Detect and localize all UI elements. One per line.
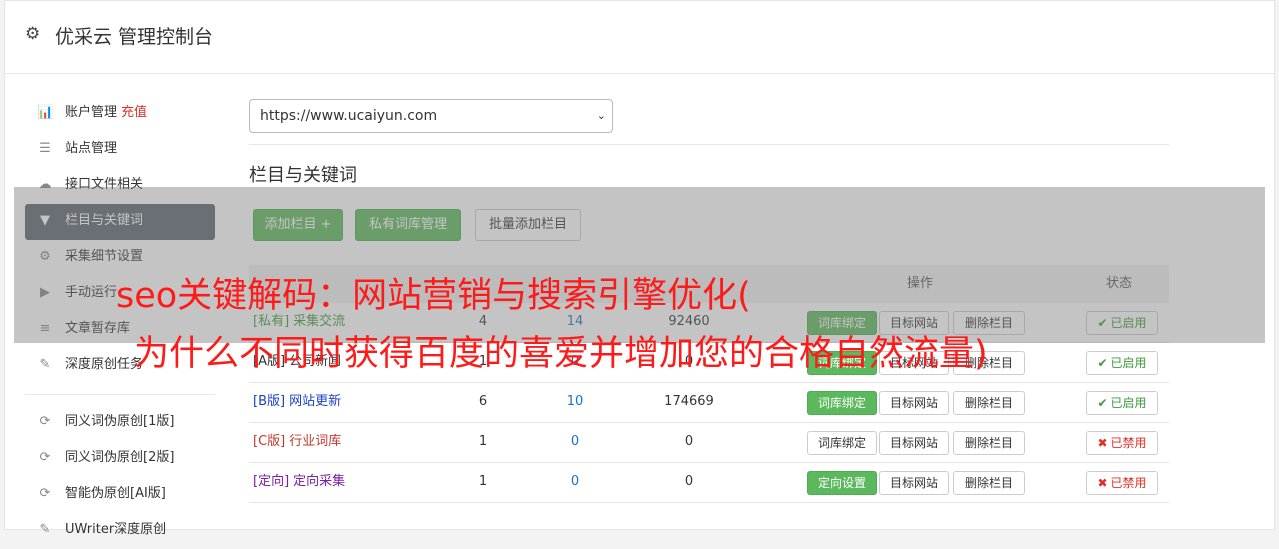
check-icon: ✔ (1097, 356, 1108, 370)
count-cell: 0 (684, 434, 694, 449)
column-title: 定向采集 (293, 474, 346, 489)
site-select[interactable]: https://www.ucaiyun.com ⌄ (249, 99, 613, 133)
target-site-button[interactable]: 目标网站 (879, 391, 949, 415)
status-label: 已禁用 (1110, 476, 1147, 490)
overlay-line-2: 为什么不同时获得百度的喜爱并增加您的合格自然流量) (134, 334, 988, 374)
count-cell: 0 (684, 474, 694, 489)
status-label: 已启用 (1110, 396, 1147, 410)
count-cell: 6 (478, 394, 488, 409)
column-tag: [B版] (253, 394, 286, 409)
sidebar-divider (25, 394, 215, 395)
target-site-button[interactable]: 目标网站 (879, 431, 949, 455)
status-toggle[interactable]: ✖ 已禁用 (1086, 431, 1158, 455)
refresh-icon: ⟳ (39, 450, 51, 465)
table-row: [C版] 行业词库 1 0 0 词库绑定 目标网站 删除栏目 ✖ 已禁用 (249, 423, 1169, 463)
sidebar-item-1[interactable]: 📊 账户管理 充值 (25, 96, 215, 132)
column-title: 行业词库 (289, 434, 342, 449)
server-icon: ☰ (39, 141, 51, 156)
sidebar-item-2[interactable]: ☰ 站点管理 (25, 132, 215, 168)
overlay-banner (14, 187, 1265, 343)
column-name[interactable]: [定向] 定向采集 (253, 463, 345, 501)
overlay-line-1: seo关键解码：网站营销与搜索引擎优化( (116, 276, 751, 316)
sidebar-item-label: 同义词伪原创[1版] (65, 414, 175, 429)
sidebar-item-label: 账户管理 (65, 105, 118, 120)
app-title: 优采云 管理控制台 (55, 26, 214, 48)
count-cell: 1 (478, 474, 488, 489)
sidebar-tool-item-2[interactable]: ⟳ 同义词伪原创[2版] (25, 441, 215, 477)
table-row: [定向] 定向采集 1 0 0 定向设置 目标网站 删除栏目 ✖ 已禁用 (249, 463, 1169, 503)
delete-column-button[interactable]: 删除栏目 (953, 431, 1025, 455)
sidebar-item-label: 站点管理 (65, 141, 118, 156)
refresh-icon: ⟳ (39, 486, 51, 501)
count-cell[interactable]: 0 (535, 423, 615, 461)
delete-column-button[interactable]: 删除栏目 (953, 471, 1025, 495)
top-bar: ⚙ 优采云 管理控制台 (5, 1, 1274, 74)
page-title: 栏目与关键词 (249, 165, 357, 186)
status-toggle[interactable]: ✖ 已禁用 (1086, 471, 1158, 495)
status-toggle[interactable]: ✔ 已启用 (1086, 351, 1158, 375)
bind-library-button[interactable]: 词库绑定 (807, 431, 877, 455)
sidebar-tool-item-1[interactable]: ⟳ 同义词伪原创[1版] (25, 405, 215, 441)
refresh-icon: ⟳ (39, 414, 51, 429)
count-cell[interactable]: 10 (535, 383, 615, 421)
count-cell: 1 (478, 434, 488, 449)
check-icon: ✔ (1097, 396, 1108, 410)
column-tag: [C版] (253, 434, 286, 449)
sidebar-item-label: 智能伪原创[AI版] (65, 486, 166, 501)
status-label: 已启用 (1110, 356, 1147, 370)
bind-library-button[interactable]: 词库绑定 (807, 391, 877, 415)
recharge-link[interactable]: 充值 (121, 105, 147, 120)
edit-icon: ✎ (39, 522, 51, 537)
site-select-value: https://www.ucaiyun.com (260, 108, 438, 124)
column-title: 网站更新 (289, 394, 342, 409)
target-site-button[interactable]: 目标网站 (879, 471, 949, 495)
chevron-down-icon: ⌄ (596, 109, 606, 122)
sidebar-tool-item-4[interactable]: ✎ UWriter深度原创 (25, 513, 215, 549)
sidebar-tool-item-3[interactable]: ⟳ 智能伪原创[AI版] (25, 477, 215, 513)
divider (249, 144, 1169, 145)
gear-icon: ⚙ (25, 24, 41, 44)
column-name[interactable]: [C版] 行业词库 (253, 423, 341, 461)
cross-icon: ✖ (1097, 476, 1108, 490)
status-label: 已禁用 (1110, 436, 1147, 450)
targeting-settings-button[interactable]: 定向设置 (807, 471, 877, 495)
table-row: [B版] 网站更新 6 10 174669 词库绑定 目标网站 删除栏目 ✔ 已启用 (249, 383, 1169, 423)
sidebar-item-label: 同义词伪原创[2版] (65, 450, 175, 465)
status-toggle[interactable]: ✔ 已启用 (1086, 391, 1158, 415)
edit-icon: ✎ (39, 357, 51, 372)
cross-icon: ✖ (1097, 436, 1108, 450)
delete-column-button[interactable]: 删除栏目 (953, 391, 1025, 415)
column-tag: [定向] (253, 474, 290, 489)
sidebar-item-label: 深度原创任务 (65, 357, 144, 372)
count-cell[interactable]: 0 (535, 463, 615, 501)
count-cell: 174669 (664, 394, 714, 409)
bar-chart-icon: 📊 (37, 105, 54, 120)
column-name[interactable]: [B版] 网站更新 (253, 383, 341, 421)
